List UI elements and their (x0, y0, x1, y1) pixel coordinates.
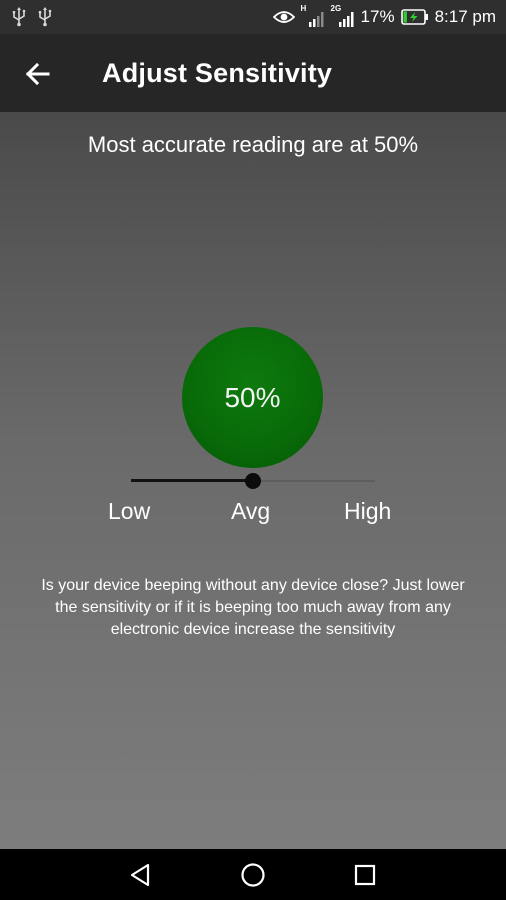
usb-icon (10, 7, 28, 27)
battery-charging-icon (400, 9, 429, 25)
accuracy-headline: Most accurate reading are at 50% (87, 132, 419, 157)
slider-thumb[interactable] (245, 473, 261, 489)
back-button[interactable] (20, 56, 56, 92)
navigation-bar (0, 849, 506, 900)
help-text: Is your device beeping without any devic… (41, 577, 465, 638)
status-right: H 2G 17% 8:17 pm (272, 0, 496, 34)
label-high: High (344, 498, 392, 524)
signal-h: H (300, 4, 325, 27)
usb-icon (36, 7, 54, 27)
clock: 8:17 pm (434, 7, 496, 26)
nav-recents-icon (354, 864, 376, 886)
slider-fill (131, 479, 253, 482)
eye-icon (272, 9, 295, 25)
nav-back-button[interactable] (126, 861, 154, 889)
nav-recents-button[interactable] (351, 861, 379, 889)
nav-home-button[interactable] (239, 861, 267, 889)
app-bar: Adjust Sensitivity (0, 34, 506, 112)
sensitivity-slider[interactable] (131, 470, 375, 492)
network-type-label: H (300, 4, 307, 13)
arrow-left-icon (25, 62, 50, 86)
content-area: Most accurate reading are at 50% 50% Low… (0, 112, 506, 849)
nav-back-icon (130, 863, 150, 887)
signal-2g: 2G (331, 5, 355, 27)
label-low: Low (108, 498, 151, 524)
signal-icon (338, 12, 354, 27)
label-avg: Avg (231, 498, 271, 524)
page-title: Adjust Sensitivity (102, 58, 333, 88)
status-bar: H 2G 17% 8:17 pm (0, 0, 506, 34)
sensitivity-value: 50% (224, 381, 281, 413)
nav-home-icon (241, 863, 265, 887)
status-left (10, 7, 54, 27)
battery-percent: 17% (360, 7, 395, 26)
signal-icon (308, 12, 324, 27)
sensitivity-indicator-circle: 50% (182, 327, 323, 468)
